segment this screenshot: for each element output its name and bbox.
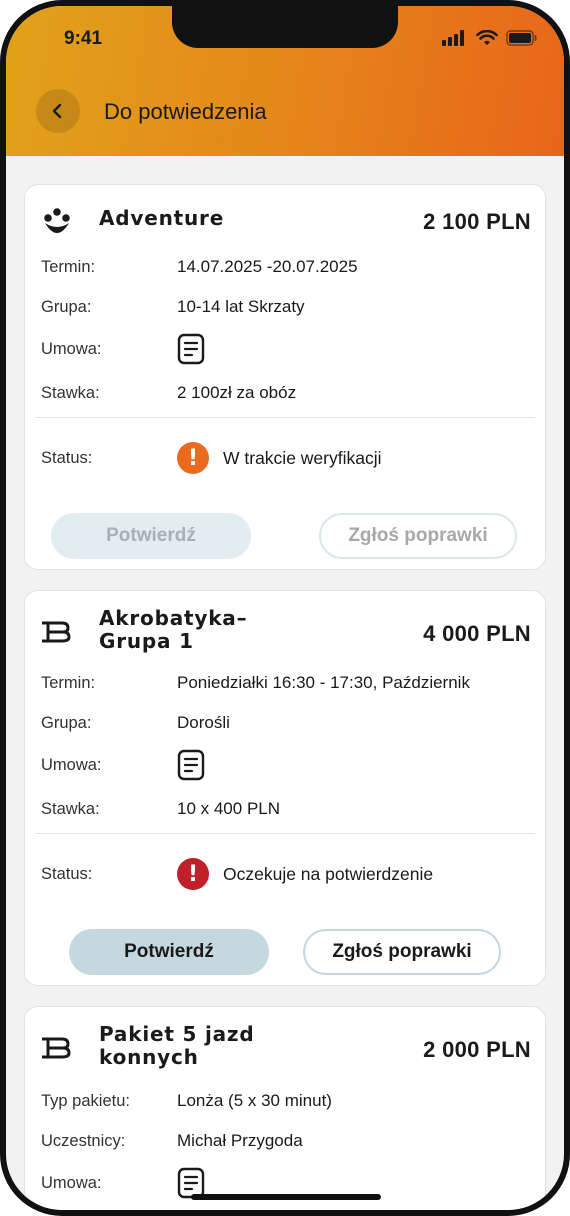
status-label: Status: <box>41 448 93 467</box>
info-row: Grupa: 10-14 lat Skrzaty <box>41 293 533 321</box>
confirm-button[interactable]: Potwierdź <box>69 929 269 975</box>
smiley-icon <box>44 208 70 233</box>
row-label: Stawka: <box>41 799 100 818</box>
row-label: Grupa: <box>41 713 92 732</box>
card-name: Akrobatyka– Grupa 1 <box>99 606 248 653</box>
screen: 9:41 Do potwiedzenia Adventure 2 100 PLN… <box>6 6 564 1210</box>
row-value: Dorośli <box>177 713 230 732</box>
report-corrections-button[interactable]: Zgłoś poprawki <box>303 929 501 975</box>
status-row: Status: ! W trakcie weryfikacji <box>41 441 533 475</box>
booking-card: Pakiet 5 jazd konnych 2 000 PLN Typ paki… <box>24 1006 546 1210</box>
info-row: Uczestnicy: Michał Przygoda <box>41 1127 533 1155</box>
row-label: Grupa: <box>41 297 92 316</box>
row-label: Umowa: <box>41 1173 102 1192</box>
info-row: Stawka: 2 100zł za obóz <box>41 379 533 407</box>
status-text: Oczekuje na potwierdzenie <box>223 863 434 884</box>
warning-icon: ! <box>177 442 209 474</box>
home-indicator[interactable] <box>191 1194 381 1200</box>
row-label: Termin: <box>41 257 96 276</box>
brand-b-icon <box>42 621 71 643</box>
chevron-left-icon <box>52 103 62 119</box>
card-price: 4 000 PLN <box>423 621 531 646</box>
info-row: Typ pakietu: Lonża (5 x 30 minut) <box>41 1087 533 1115</box>
card-name: Pakiet 5 jazd konnych <box>99 1022 255 1069</box>
info-row: Termin: Poniedziałki 16:30 - 17:30, Paźd… <box>41 669 533 697</box>
row-label: Uczestnicy: <box>41 1131 126 1150</box>
battery-icon <box>506 30 537 46</box>
row-label: Termin: <box>41 673 96 692</box>
row-value: Michał Przygoda <box>177 1131 303 1150</box>
row-label: Typ pakietu: <box>41 1091 130 1110</box>
info-row: Umowa: <box>41 749 533 781</box>
wifi-icon <box>476 30 498 45</box>
info-row: Umowa: <box>41 333 533 365</box>
row-value: 14.07.2025 -20.07.2025 <box>177 257 358 276</box>
info-row: Umowa: <box>41 1167 533 1199</box>
document-icon[interactable] <box>177 749 205 781</box>
confirm-button[interactable]: Potwierdź <box>51 513 251 559</box>
info-row: Grupa: Dorośli <box>41 709 533 737</box>
row-value: 10-14 lat Skrzaty <box>177 297 305 316</box>
info-row: Stawka: 10 x 400 PLN <box>41 795 533 823</box>
booking-card: Akrobatyka– Grupa 1 4 000 PLN Termin: Po… <box>24 590 546 986</box>
row-value: Lonża (5 x 30 minut) <box>177 1091 332 1110</box>
info-row: Termin: 14.07.2025 -20.07.2025 <box>41 253 533 281</box>
row-value: 10 x 400 PLN <box>177 799 281 818</box>
notch <box>172 6 398 48</box>
status-text: W trakcie weryfikacji <box>223 447 382 468</box>
divider <box>35 417 535 418</box>
booking-card: Adventure 2 100 PLN Termin: 14.07.2025 -… <box>24 184 546 570</box>
card-name: Adventure <box>99 206 225 230</box>
signal-icon <box>442 30 464 46</box>
card-price: 2 000 PLN <box>423 1037 531 1062</box>
report-corrections-button[interactable]: Zgłoś poprawki <box>319 513 517 559</box>
status-label: Status: <box>41 864 93 883</box>
card-price: 2 100 PLN <box>423 209 531 234</box>
warning-icon: ! <box>177 858 209 890</box>
row-label: Umowa: <box>41 755 102 774</box>
document-icon[interactable] <box>177 333 205 365</box>
row-value: 2 100zł za obóz <box>177 383 297 402</box>
brand-b-icon <box>42 1037 71 1059</box>
status-icons <box>442 30 538 46</box>
row-label: Stawka: <box>41 383 100 402</box>
back-button[interactable] <box>36 89 80 133</box>
page-title: Do potwiedzenia <box>104 99 267 124</box>
status-row: Status: ! Oczekuje na potwierdzenie <box>41 857 533 891</box>
phone-frame: 9:41 Do potwiedzenia Adventure 2 100 PLN… <box>0 0 570 1216</box>
row-label: Umowa: <box>41 339 102 358</box>
status-time: 9:41 <box>64 28 103 49</box>
divider <box>35 833 535 834</box>
row-value: Poniedziałki 16:30 - 17:30, Październik <box>177 673 470 692</box>
